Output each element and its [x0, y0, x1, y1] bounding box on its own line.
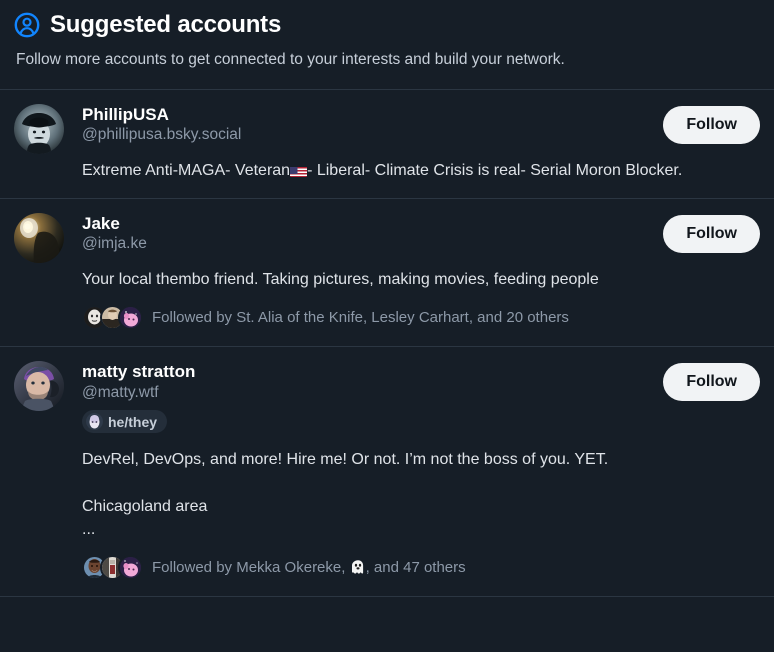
us-flag-emoji — [290, 164, 308, 177]
account-header: Jake @imja.ke Follow — [82, 213, 760, 255]
display-name: Jake — [82, 213, 120, 233]
page-header: Suggested accounts Follow more accounts … — [0, 0, 774, 90]
follow-button[interactable]: Follow — [663, 363, 760, 402]
suggested-accounts-page: Suggested accounts Follow more accounts … — [0, 0, 774, 652]
facepile — [82, 305, 143, 331]
avatar[interactable] — [14, 103, 64, 154]
display-name: PhillipUSA — [82, 104, 169, 124]
handle: @imja.ke — [82, 235, 147, 253]
display-name: matty stratton — [82, 362, 196, 382]
account-bio: Extreme Anti-MAGA- Veteran - Liberal- Cli… — [82, 159, 760, 182]
followed-by-text-before-ghost: Followed by Mekka Okereke, — [152, 558, 350, 576]
followed-by[interactable]: Followed by St. Alia of the Knife, Lesle… — [82, 305, 760, 331]
account-header: PhillipUSA @phillipusa.bsky.social Follo… — [82, 104, 760, 146]
facepile-avatar — [118, 305, 143, 331]
account-row[interactable]: matty stratton @matty.wtf he/they Follow… — [0, 347, 774, 598]
facepile — [82, 555, 143, 581]
handle: @phillipusa.bsky.social — [82, 125, 242, 143]
followed-by[interactable]: Followed by Mekka Okereke, , and 47 othe… — [82, 555, 760, 581]
page-subtitle: Follow more accounts to get connected to… — [16, 51, 565, 69]
account-body: Jake @imja.ke Follow Your local thembo f… — [82, 213, 760, 331]
bio-text-before-flag: Extreme Anti-MAGA- Veteran — [82, 161, 291, 179]
pronoun-badge: he/they — [82, 410, 168, 434]
followed-by-text-after-ghost: , and 47 others — [365, 558, 466, 576]
account-body: PhillipUSA @phillipusa.bsky.social Follo… — [82, 104, 760, 182]
account-identity[interactable]: PhillipUSA @phillipusa.bsky.social — [82, 104, 241, 146]
account-header: matty stratton @matty.wtf he/they Follow — [82, 361, 760, 435]
account-identity[interactable]: matty stratton @matty.wtf he/they — [82, 361, 195, 435]
account-identity[interactable]: Jake @imja.ke — [82, 213, 147, 255]
account-row[interactable]: Jake @imja.ke Follow Your local thembo f… — [0, 199, 774, 348]
page-title: Suggested accounts — [50, 11, 282, 38]
person-circle-icon — [14, 12, 40, 38]
avatar[interactable] — [14, 361, 64, 412]
followed-by-text: Followed by Mekka Okereke, , and 47 othe… — [152, 558, 466, 578]
bio-text-after-flag: - Liberal- Climate Crisis is real- Seria… — [307, 161, 683, 179]
facepile-avatar — [118, 555, 143, 581]
header-title-row: Suggested accounts — [14, 11, 760, 38]
avatar[interactable] — [14, 212, 64, 263]
account-row[interactable]: PhillipUSA @phillipusa.bsky.social Follo… — [0, 90, 774, 199]
ghost-emoji-icon — [350, 559, 366, 575]
follow-button[interactable]: Follow — [663, 105, 760, 144]
pronoun-badge-emoji-icon — [86, 413, 103, 431]
account-bio: Your local thembo friend. Taking picture… — [82, 271, 599, 289]
follow-button[interactable]: Follow — [663, 214, 760, 253]
handle: @matty.wtf — [82, 383, 159, 401]
account-body: matty stratton @matty.wtf he/they Follow… — [82, 361, 760, 581]
pronoun-badge-label: he/they — [108, 413, 158, 430]
followed-by-text: Followed by St. Alia of the Knife, Lesle… — [152, 309, 569, 326]
account-bio: DevRel, DevOps, and more! Hire me! Or no… — [82, 451, 609, 538]
